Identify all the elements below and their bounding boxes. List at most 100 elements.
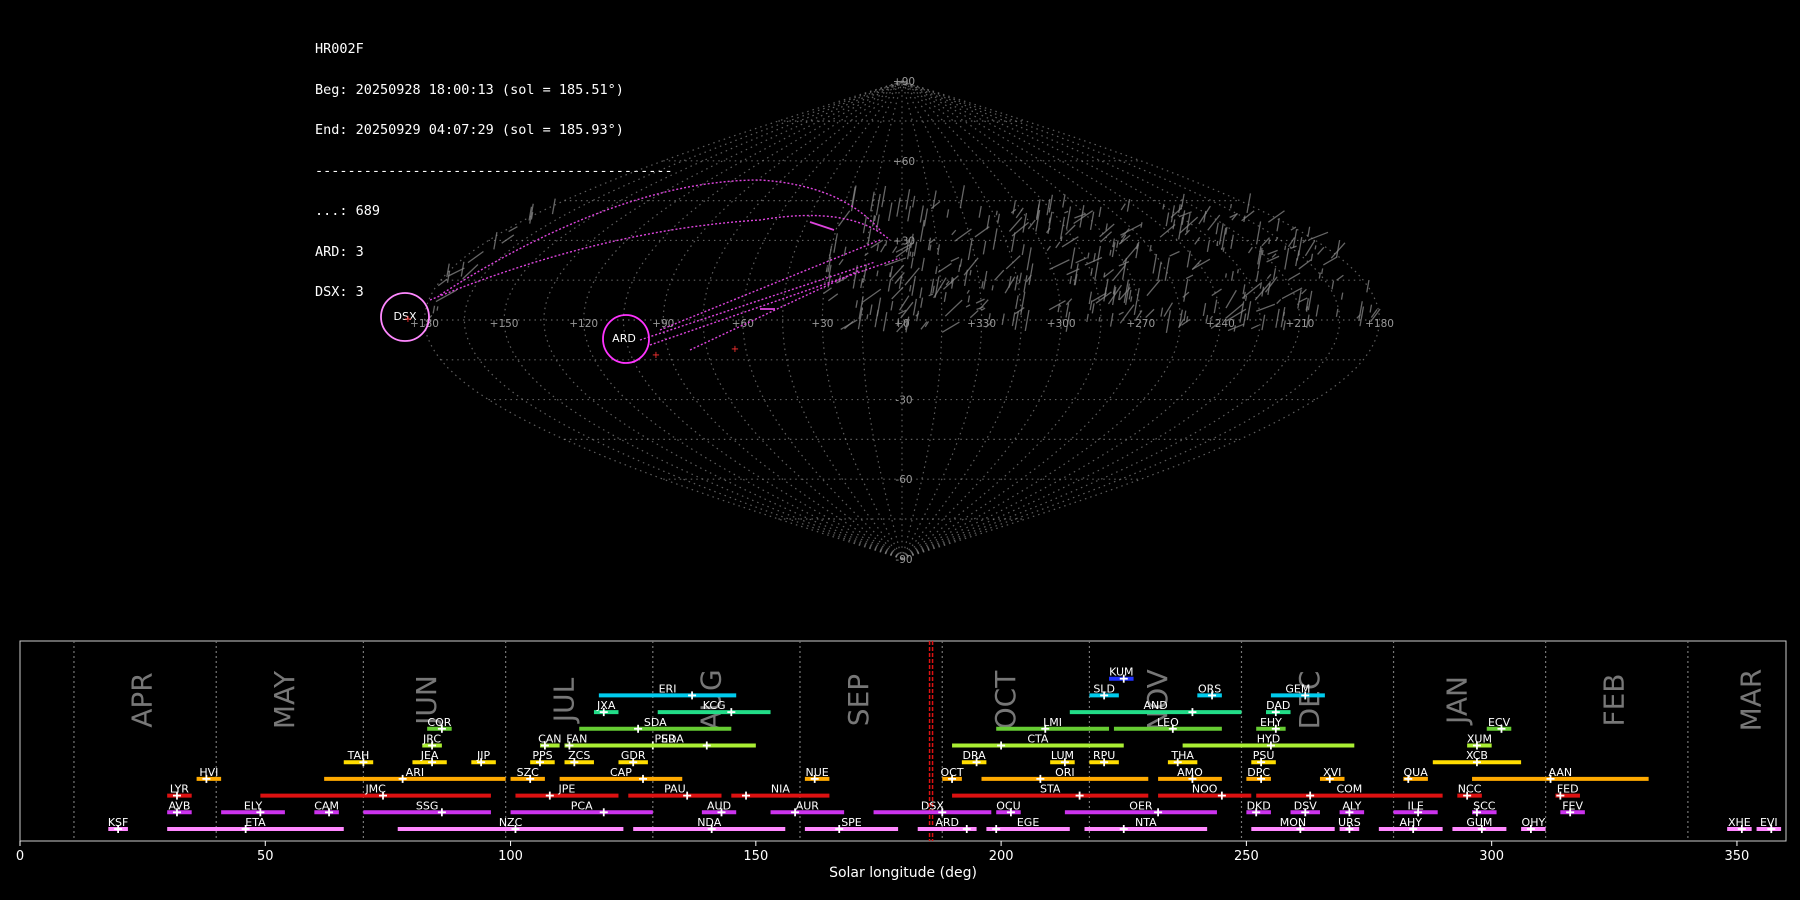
x-tick-label: 200 — [989, 849, 1014, 864]
shower-code-label: ETA — [245, 816, 266, 829]
shower-code-label: AMO — [1177, 766, 1203, 779]
shower-code-label: JPE — [558, 783, 576, 796]
shower-code-label: FED — [1557, 783, 1579, 796]
shower-code-label: NIA — [771, 783, 790, 796]
shower-code-label: OER — [1129, 799, 1153, 812]
shower-code-label: SCC — [1473, 799, 1496, 812]
shower-code-label: ERI — [659, 682, 677, 695]
shower-code-label: HVI — [199, 766, 218, 779]
shower-code-label: JMC — [364, 783, 386, 796]
shower-code-label: DSX — [921, 799, 944, 812]
shower-code-label: GEM — [1285, 682, 1310, 695]
shower-code-label: OCU — [996, 799, 1020, 812]
shower-code-label: THA — [1170, 749, 1194, 762]
shower-code-label: NUE — [806, 766, 829, 779]
month-label: OCT — [989, 670, 1022, 730]
shower-code-label: STA — [1040, 783, 1061, 796]
shower-code-label: AAN — [1549, 766, 1573, 779]
shower-code-label: GDR — [621, 749, 646, 762]
shower-code-label: HYD — [1257, 733, 1280, 746]
shower-code-label: FAN — [566, 733, 587, 746]
shower-code-label: DKD — [1247, 799, 1271, 812]
shower-code-label: LYR — [170, 783, 189, 796]
shower-code-label: SSG — [416, 799, 439, 812]
shower-code-label: COR — [427, 716, 451, 729]
shower-code-label: TAH — [347, 749, 370, 762]
shower-code-label: SDA — [644, 716, 667, 729]
shower-code-label: ILE — [1407, 799, 1423, 812]
shower-code-label: XVI — [1323, 766, 1341, 779]
shower-code-label: DPC — [1247, 766, 1270, 779]
shower-code-label: LUM — [1051, 749, 1074, 762]
month-label: JAN — [1440, 676, 1473, 726]
shower-code-label: XHE — [1728, 816, 1751, 829]
x-tick-label: 50 — [257, 849, 274, 864]
shower-code-label: NZC — [499, 816, 523, 829]
shower-code-label: AVB — [168, 799, 190, 812]
month-label: SEP — [842, 674, 875, 726]
shower-code-label: JRC — [422, 733, 441, 746]
shower-code-label: LEO — [1157, 716, 1179, 729]
shower-code-label: SZC — [517, 766, 540, 779]
month-label: MAY — [268, 670, 301, 729]
shower-code-label: NOO — [1192, 783, 1218, 796]
shower-code-label: CAP — [610, 766, 632, 779]
shower-code-label: NCC — [1458, 783, 1482, 796]
x-tick-label: 150 — [743, 849, 768, 864]
x-tick-label: 300 — [1479, 849, 1504, 864]
shower-code-label: ECV — [1488, 716, 1511, 729]
shower-code-label: COM — [1336, 783, 1362, 796]
shower-code-label: SPE — [841, 816, 862, 829]
shower-code-label: QUA — [1404, 766, 1429, 779]
shower-code-label: DAD — [1266, 699, 1290, 712]
x-tick-label: 0 — [16, 849, 24, 864]
month-label: FEB — [1597, 673, 1630, 726]
shower-code-label: PSU — [1253, 749, 1275, 762]
shower-code-label: ARI — [406, 766, 424, 779]
shower-code-label: SLD — [1093, 682, 1115, 695]
shower-code-label: ELY — [244, 799, 263, 812]
shower-code-label: PAU — [664, 783, 686, 796]
shower-code-label: EVI — [1760, 816, 1778, 829]
shower-code-label: DRA — [963, 749, 987, 762]
shower-code-label: DSV — [1294, 799, 1317, 812]
shower-code-label: CAM — [314, 799, 339, 812]
shower-code-label: RPU — [1093, 749, 1115, 762]
x-axis: 0 50 100 150 200 250 300 350 Solar longitude (de… — [16, 841, 1749, 881]
x-axis-label: Solar longitude (deg) — [829, 865, 977, 881]
shower-code-label: OHY — [1522, 816, 1546, 829]
shower-code-label: AND — [1144, 699, 1168, 712]
shower-code-label: NDA — [697, 816, 722, 829]
shower-code-label: AUD — [707, 799, 731, 812]
shower-code-label: ORI — [1055, 766, 1075, 779]
shower-code-label: ORS — [1198, 682, 1221, 695]
month-label: DEC — [1293, 671, 1326, 730]
shower-code-label: FEV — [1562, 799, 1583, 812]
x-tick-label: 100 — [498, 849, 523, 864]
shower-code-label: NTA — [1135, 816, 1157, 829]
shower-code-label: EGE — [1017, 816, 1039, 829]
shower-timeline-chart: APR MAY JUN JUL AUG SEP OCT NOV DEC JAN FEB MARKSF E… — [16, 640, 1787, 881]
shower-code-label: MON — [1280, 816, 1306, 829]
shower-code-label: OCT — [941, 766, 964, 779]
shower-code-label: GUM — [1466, 816, 1492, 829]
shower-code-label: PER — [654, 733, 676, 746]
shower-code-label: LMI — [1043, 716, 1062, 729]
shower-code-label: JEA — [420, 749, 439, 762]
month-label: JUL — [548, 677, 581, 724]
shower-code-label: URS — [1338, 816, 1361, 829]
shower-code-label: CTA — [1027, 733, 1049, 746]
shower-code-label: XCB — [1466, 749, 1488, 762]
shower-code-label: ARD — [935, 816, 959, 829]
shower-code-label: ALY — [1342, 799, 1361, 812]
shower-code-label: AHY — [1399, 816, 1422, 829]
x-tick-label: 250 — [1234, 849, 1259, 864]
shower-code-label: KSF — [108, 816, 129, 829]
shower-code-label: AUR — [796, 799, 820, 812]
shower-code-label: KUM — [1109, 666, 1133, 679]
shower-code-label: ZCS — [568, 749, 590, 762]
shower-code-label: PCA — [571, 799, 593, 812]
shower-code-label: KCG — [703, 699, 726, 712]
shower-code-label: CAN — [538, 733, 561, 746]
shower-code-label: PPS — [532, 749, 552, 762]
